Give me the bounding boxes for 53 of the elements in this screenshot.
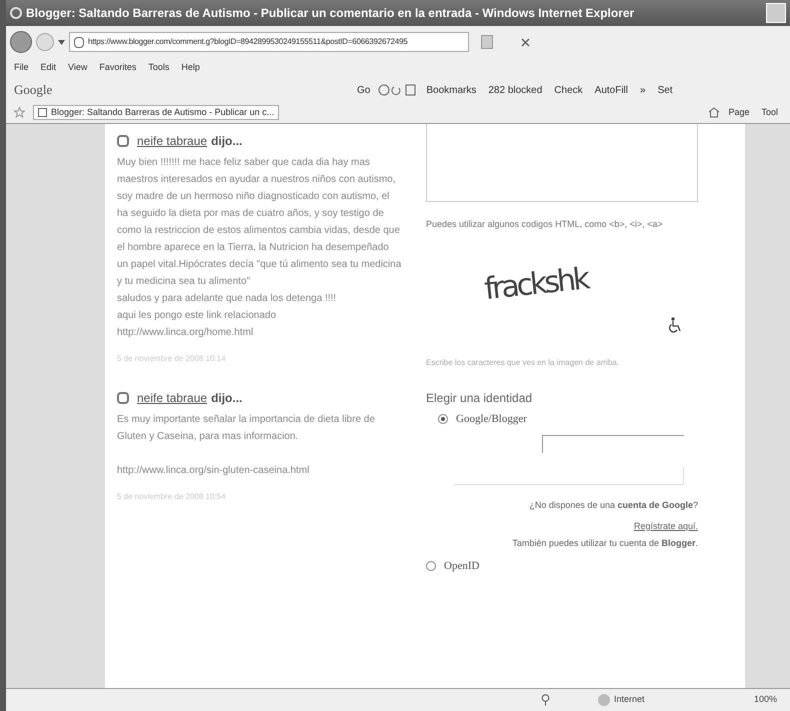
dropdown-icon[interactable] xyxy=(58,40,65,44)
comment-body: Muy bien !!!!!!! me hace feliz saber que cada dia hay mas maestros interesados en ayudar a nuestros niños con autismo, soy madre de un hermoso niño diagnosticado con autismo, el ha seguido la dieta por mas de cuatro años, y soy testigo de como la restriccion de estos alimentos cambia vidas, desde que el hombre aparece en la Tierra, la Nutricion ha desempeñado un papel vital.Hipócrates decía "que tú alimento sea tu medicina y tu medicina sea tu alimento" saludos y para adelante que nada los detenga !!!! aqui les pongo este link relacionado http://www.linca.org/home.html xyxy=(117,156,402,340)
menu-item[interactable]: Edit xyxy=(40,61,56,75)
html-hint: Puedes utilizar algunos codigos HTML, como <b>, <i>, <a> xyxy=(426,218,664,231)
said-label: dijo... xyxy=(211,133,242,150)
identity-heading: Elegir una identidad xyxy=(426,390,534,406)
favorites-star-icon[interactable] xyxy=(14,107,25,118)
toolbar-button[interactable]: Bookmarks xyxy=(426,82,476,98)
wheelchair-icon[interactable] xyxy=(669,316,682,332)
register-link[interactable]: Regístrate aquí. xyxy=(634,520,698,530)
said-label: dijo... xyxy=(211,390,242,407)
toolbar-button[interactable]: Check xyxy=(554,82,583,98)
menu-item[interactable]: Tools xyxy=(148,61,170,75)
home-icon[interactable] xyxy=(708,107,720,118)
captcha-image: frackshk xyxy=(482,260,590,309)
window-title: Blogger: Saltando Barreras de Autismo - Publicar un comentario en la entrada - Windows Internet Explorer xyxy=(26,5,634,22)
toolbar-button[interactable]: AutoFill xyxy=(594,82,628,98)
globe-icon xyxy=(598,694,610,706)
password-field[interactable] xyxy=(454,467,684,485)
toolbar-button[interactable]: 282 blocked xyxy=(488,82,542,98)
menu-item[interactable]: Help xyxy=(181,61,200,75)
no-account-text: ¿No dispones de una cuenta de Google? xyxy=(528,499,698,512)
toolbar-button[interactable]: Set xyxy=(658,82,673,98)
back-button[interactable] xyxy=(10,31,32,53)
command-button[interactable]: Page xyxy=(728,106,750,120)
zone-label: Internet xyxy=(614,693,646,706)
address-field[interactable]: https://www.blogger.com/comment.g?blogID=8942899530249155511&postID=6066392672495 xyxy=(69,32,469,52)
browser-icon xyxy=(10,7,22,19)
captcha-hint: Escribe los caracteres que ves en la imagen de arriba. xyxy=(426,356,620,368)
page-icon xyxy=(74,36,84,48)
identity-label: OpenID xyxy=(444,559,480,574)
go-button[interactable]: Go xyxy=(357,82,370,98)
identity-label: Google/Blogger xyxy=(456,412,527,426)
radio-button[interactable] xyxy=(426,561,436,572)
close-icon[interactable] xyxy=(521,38,530,46)
comment-icon xyxy=(117,135,129,147)
blogger-account-text: También puedes utilizar tu cuenta de Blogger. xyxy=(511,536,698,550)
author-link[interactable]: neife tabraue xyxy=(137,132,208,150)
command-button[interactable]: Tool xyxy=(761,106,778,120)
menu-item[interactable]: View xyxy=(68,61,88,75)
zoom-level[interactable]: 100% xyxy=(754,693,778,707)
toolbar-button[interactable]: » xyxy=(640,82,646,98)
radio-button[interactable] xyxy=(438,414,448,424)
browser-tab[interactable]: Blogger: Saltando Barreras de Autismo - Publicar un c... xyxy=(33,104,280,120)
author-link[interactable]: neife tabraue xyxy=(137,389,208,407)
username-field[interactable] xyxy=(542,435,684,453)
comment-icon xyxy=(117,392,129,404)
comment-body: Es muy importante señalar la importancia de dieta libre de Gluten y Caseina, para mas informacion. http://www.linca.org/sin-gluten-caseina.html xyxy=(117,413,376,478)
menu-item[interactable]: Favorites xyxy=(99,61,136,75)
menu-item[interactable]: File xyxy=(14,61,29,75)
page-icon xyxy=(38,108,47,117)
security-icon xyxy=(541,694,550,706)
google-logo: Google xyxy=(14,81,54,100)
